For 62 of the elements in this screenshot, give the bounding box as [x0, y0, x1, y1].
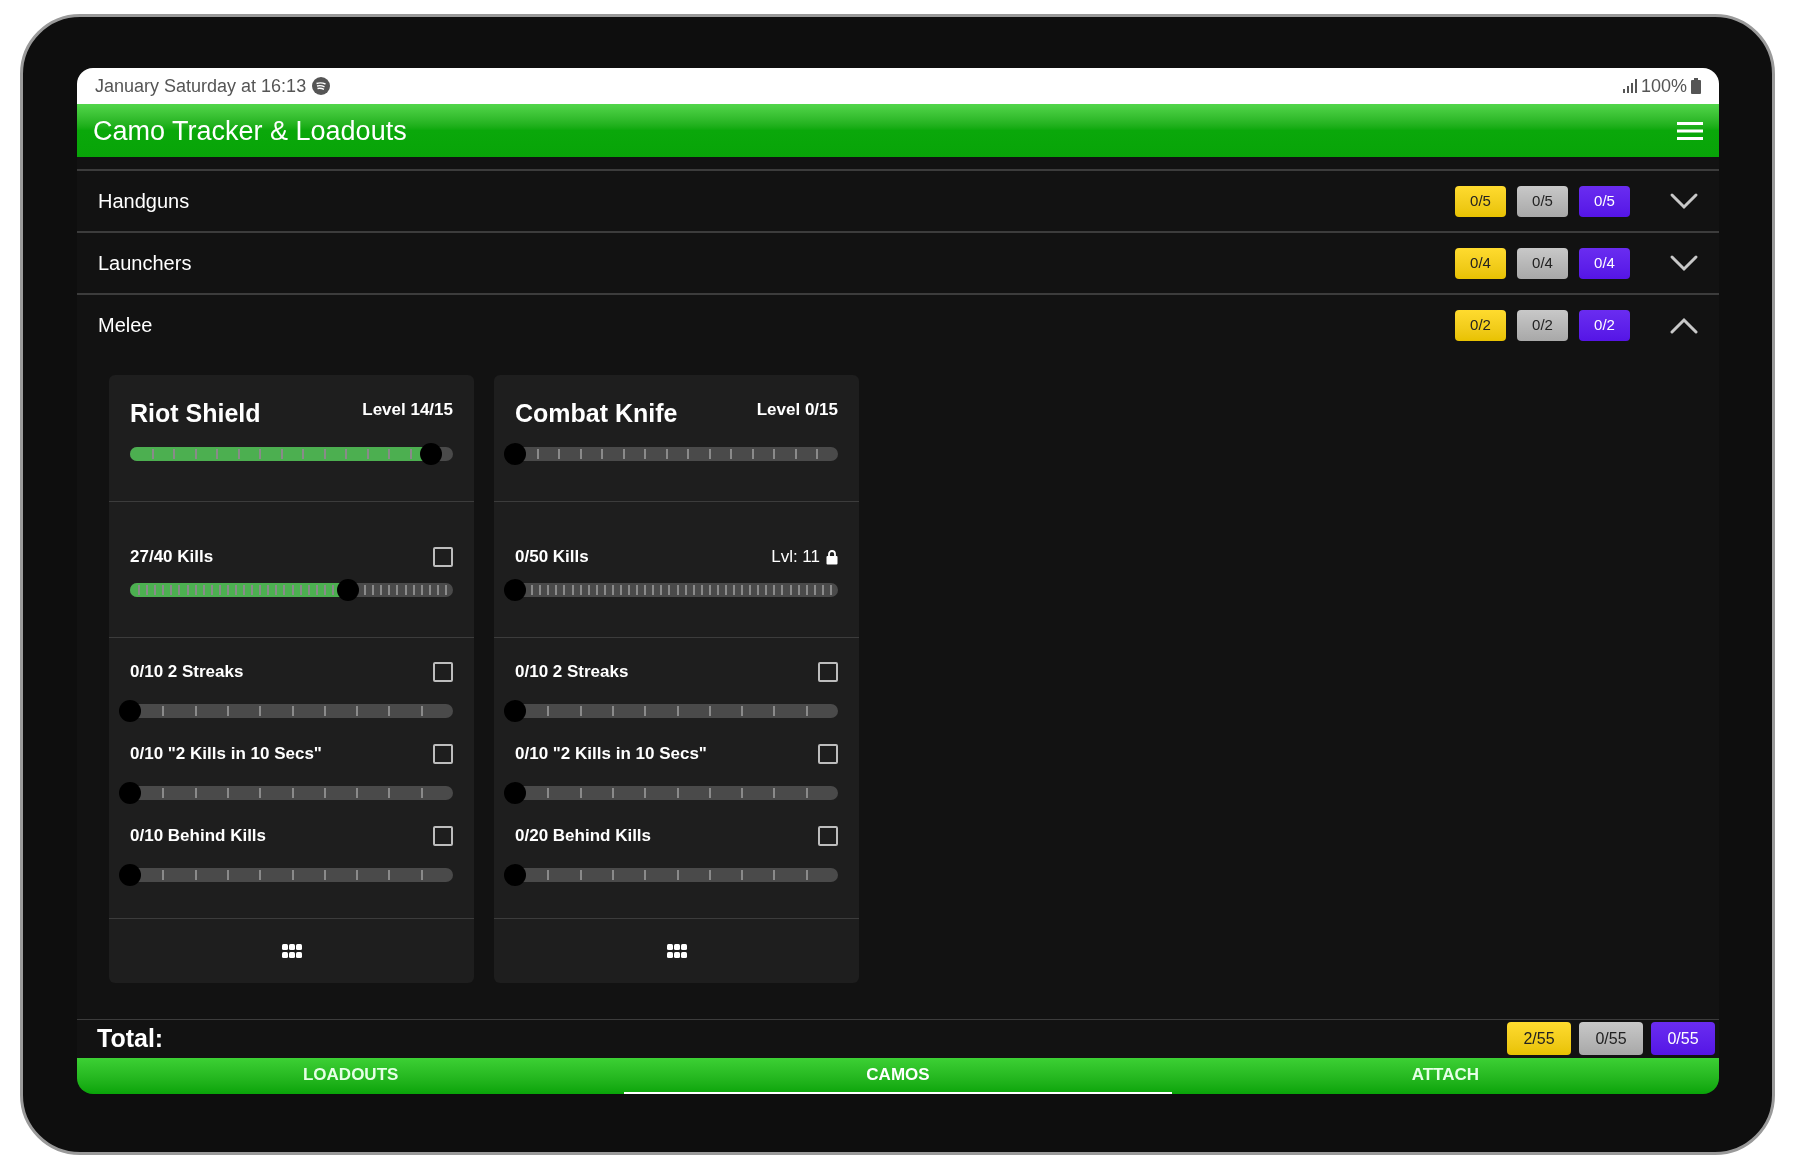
checkbox[interactable] — [818, 744, 838, 765]
slider-thumb[interactable] — [504, 864, 526, 887]
checkbox[interactable] — [433, 547, 453, 568]
slider-thumb[interactable] — [119, 782, 141, 805]
challenge-label: 0/10 "2 Kills in 10 Secs" — [515, 743, 707, 766]
checkbox[interactable] — [433, 826, 453, 847]
kills-label: 27/40 Kills — [130, 546, 214, 569]
unlock-level-label: Lvl: 11 — [771, 546, 820, 569]
slider-thumb[interactable] — [119, 700, 141, 723]
count-badge: 0/5 — [1455, 185, 1506, 217]
grid-dots-icon[interactable] — [281, 944, 302, 959]
slider-thumb[interactable] — [504, 782, 526, 805]
count-badge: 0/4 — [1517, 247, 1568, 279]
weapon-name: Combat Knife — [515, 398, 678, 430]
level-label: Level 14/15 — [362, 399, 453, 422]
music-app-icon — [312, 77, 331, 96]
count-badge: 0/5 — [1579, 185, 1630, 217]
challenge-label: 0/10 2 Streaks — [515, 661, 629, 684]
challenge-label: 0/10 Behind Kills — [130, 825, 267, 848]
count-badge: 2/55 — [1507, 1022, 1571, 1056]
checkbox[interactable] — [818, 826, 838, 847]
category-name: Launchers — [98, 251, 192, 277]
weapon-name: Riot Shield — [130, 398, 261, 430]
category-header[interactable]: Handguns 0/5 0/5 0/5 — [77, 171, 1719, 232]
slider-thumb[interactable] — [337, 579, 359, 602]
menu-icon[interactable] — [1677, 121, 1703, 140]
signal-icon — [1622, 79, 1637, 94]
status-time: January Saturday at 16:13 — [95, 74, 307, 98]
lock-icon — [826, 549, 838, 565]
slider-thumb[interactable] — [504, 579, 526, 602]
slider-thumb[interactable] — [504, 443, 526, 466]
challenge-label: 0/10 "2 Kills in 10 Secs" — [130, 743, 322, 766]
challenge-label: 0/10 2 Streaks — [130, 661, 244, 684]
checkbox[interactable] — [433, 662, 453, 683]
count-badge: 0/55 — [1651, 1022, 1715, 1056]
total-label: Total: — [97, 1023, 164, 1055]
chevron-down-icon[interactable] — [1669, 254, 1699, 273]
chevron-up-icon[interactable] — [1669, 316, 1699, 335]
challenge-label: 0/20 Behind Kills — [515, 825, 652, 848]
checkbox[interactable] — [433, 744, 453, 765]
count-badge: 0/2 — [1517, 309, 1568, 341]
category-name: Handguns — [98, 189, 190, 215]
battery-percent: 100% — [1640, 74, 1687, 98]
level-label: Level 0/15 — [756, 399, 838, 422]
category-header[interactable]: Launchers 0/4 0/4 0/4 — [77, 233, 1719, 294]
slider-thumb[interactable] — [420, 443, 443, 466]
chevron-down-icon[interactable] — [1669, 192, 1699, 211]
category-header[interactable]: Melee 0/2 0/2 0/2 — [77, 295, 1719, 356]
count-badge: 0/4 — [1579, 247, 1630, 279]
count-badge: 0/2 — [1455, 309, 1506, 341]
count-badge: 0/4 — [1455, 247, 1506, 279]
checkbox[interactable] — [818, 662, 838, 683]
count-badge: 0/2 — [1579, 309, 1630, 341]
grid-dots-icon[interactable] — [666, 944, 687, 959]
count-badge: 0/55 — [1579, 1022, 1643, 1056]
count-badge: 0/5 — [1517, 185, 1568, 217]
category-name: Melee — [98, 313, 153, 339]
battery-icon — [1691, 78, 1701, 95]
slider-thumb[interactable] — [119, 864, 141, 887]
slider-thumb[interactable] — [504, 700, 526, 723]
app-title: Camo Tracker & Loadouts — [93, 114, 407, 148]
kills-label: 0/50 Kills — [515, 546, 589, 569]
